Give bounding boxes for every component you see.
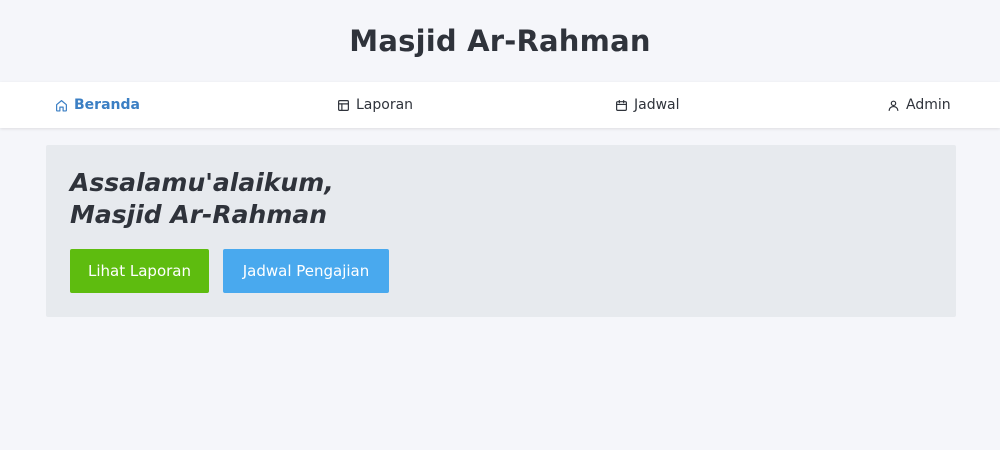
nav-item-label: Beranda — [74, 97, 140, 113]
welcome-banner: Assalamu'alaikum, Masjid Ar-Rahman Lihat… — [46, 145, 956, 317]
view-reports-button[interactable]: Lihat Laporan — [70, 249, 209, 293]
page-title: Masjid Ar-Rahman — [349, 24, 651, 58]
main-navigation: Beranda Laporan Jadwal Admin — [0, 82, 1000, 128]
app-header: Masjid Ar-Rahman — [0, 0, 1000, 82]
welcome-heading: Assalamu'alaikum, Masjid Ar-Rahman — [70, 167, 334, 231]
layout-icon — [337, 99, 350, 112]
welcome-mosque-name: Masjid Ar-Rahman — [70, 200, 328, 229]
welcome-greeting: Assalamu'alaikum, — [70, 168, 334, 197]
nav-item-admin[interactable]: Admin — [887, 82, 951, 128]
user-icon — [887, 99, 900, 112]
study-schedule-button[interactable]: Jadwal Pengajian — [223, 249, 389, 293]
calendar-icon — [615, 99, 628, 112]
nav-item-label: Admin — [906, 97, 951, 113]
home-icon — [55, 99, 68, 112]
nav-item-laporan[interactable]: Laporan — [337, 82, 413, 128]
nav-item-label: Jadwal — [634, 97, 680, 113]
nav-item-beranda[interactable]: Beranda — [55, 82, 140, 128]
nav-item-label: Laporan — [356, 97, 414, 113]
nav-item-jadwal[interactable]: Jadwal — [615, 82, 680, 128]
